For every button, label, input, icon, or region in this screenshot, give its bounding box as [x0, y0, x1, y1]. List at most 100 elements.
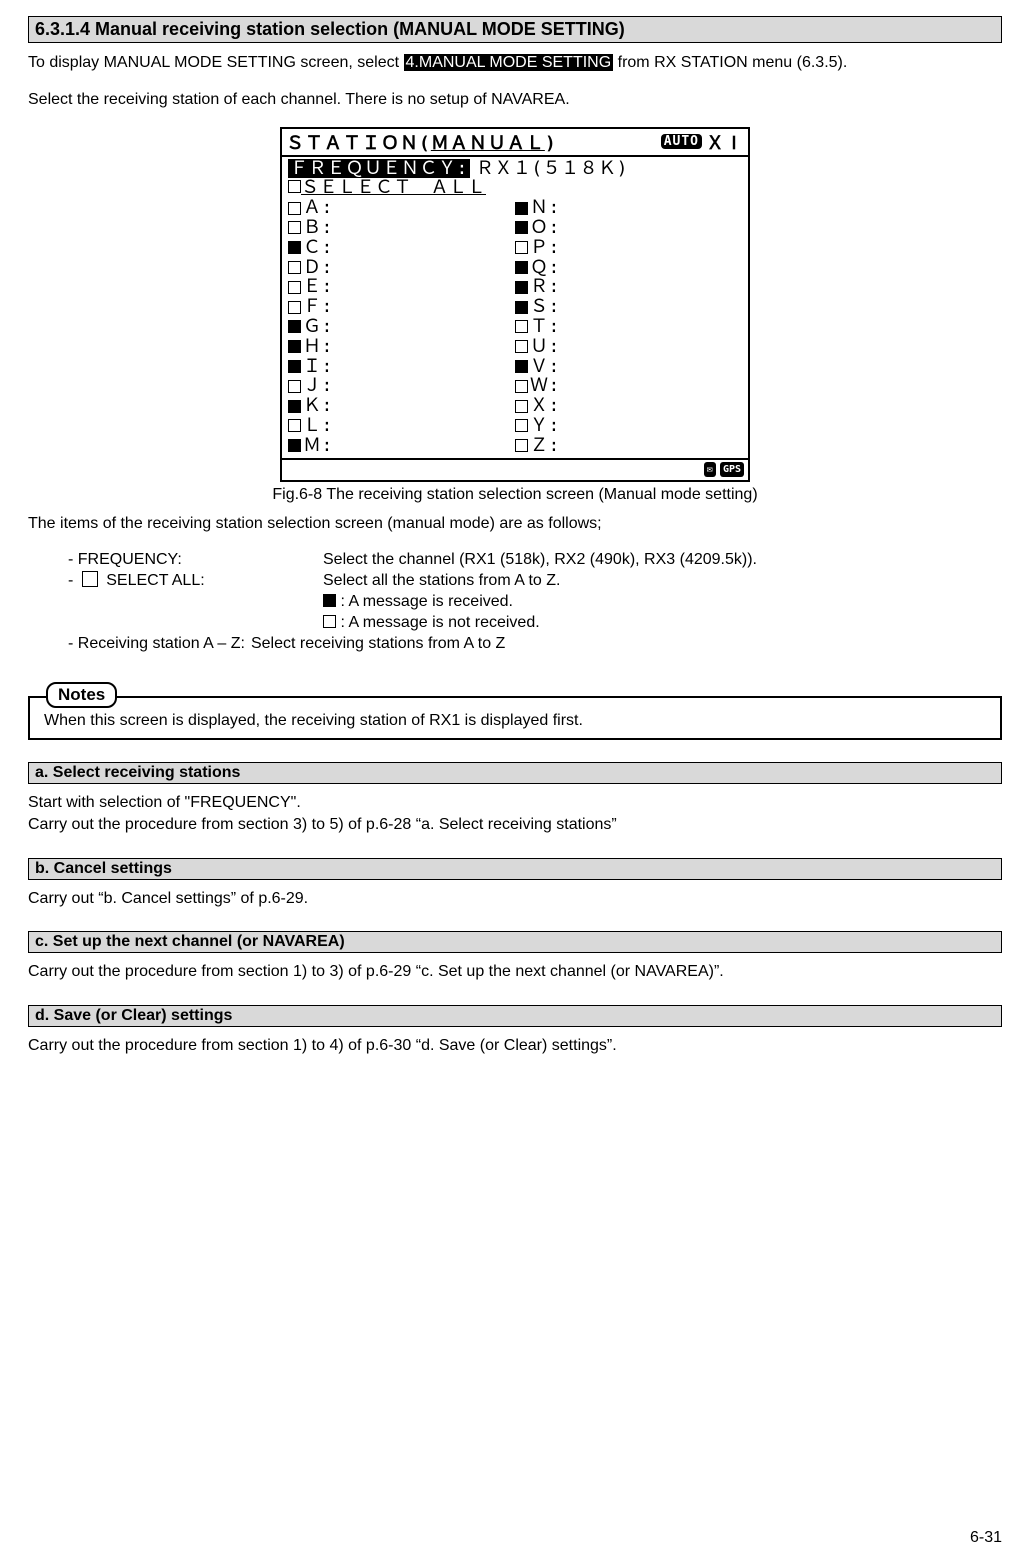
screen-title-prefix: ＳＴＡＴＩＯＮ( — [286, 133, 431, 154]
checkbox-icon — [288, 281, 301, 294]
station-cell-left: Ｃ: — [288, 238, 515, 258]
gps-icon: GPS — [720, 462, 744, 477]
station-label: Ｍ: — [303, 436, 333, 456]
station-row: Ｍ: Ｚ: — [288, 436, 742, 456]
intro-text-1: To display MANUAL MODE SETTING screen, s… — [28, 54, 404, 71]
station-label: Ｐ: — [530, 238, 560, 258]
checkbox-icon — [515, 320, 528, 333]
station-label: Ｌ: — [303, 416, 333, 436]
checkbox-icon — [515, 400, 528, 413]
notes-tab: Notes — [46, 682, 117, 708]
station-cell-left: Ｌ: — [288, 416, 515, 436]
notes-text: When this screen is displayed, the recei… — [44, 712, 583, 729]
sub-body-b: Carry out “b. Cancel settings” of p.6-29… — [28, 888, 1002, 910]
highlighted-menu-item: 4.MANUAL MODE SETTING — [404, 54, 614, 71]
station-cell-left: Ｊ: — [288, 376, 515, 396]
station-cell-right: Ｙ: — [515, 416, 742, 436]
station-label: Ｘ: — [530, 396, 560, 416]
station-label: Ｄ: — [303, 258, 333, 278]
checkbox-icon — [515, 221, 528, 234]
station-cell-left: Ｍ: — [288, 436, 515, 456]
sub-body-d: Carry out the procedure from section 1) … — [28, 1035, 1002, 1057]
item-desc: Select all the stations from A to Z. — [323, 571, 1002, 592]
station-row: Ｄ: Ｑ: — [288, 258, 742, 278]
item-desc: : A message is received. — [323, 592, 1002, 613]
checkbox-icon — [515, 439, 528, 452]
station-cell-left: Ｉ: — [288, 357, 515, 377]
frequency-row: ＦＲＥＱＵＥＮＣＹ: ＲＸ１(５１８Ｋ) — [288, 159, 742, 179]
station-cell-right: Ｑ: — [515, 258, 742, 278]
item-desc: Select the channel (RX1 (518k), RX2 (490… — [323, 550, 1002, 571]
checkbox-icon — [288, 261, 301, 274]
station-cell-right: Ｎ: — [515, 198, 742, 218]
station-cell-left: Ｄ: — [288, 258, 515, 278]
station-row: Ａ: Ｎ: — [288, 198, 742, 218]
station-cell-left: Ｆ: — [288, 297, 515, 317]
screen-title-underlined: ＭＡＮＵＡＬ — [431, 133, 545, 154]
checkbox-icon — [288, 400, 301, 413]
station-label: Ｉ: — [303, 357, 333, 377]
station-row: Ｈ:Ｕ: — [288, 337, 742, 357]
station-label: Ｋ: — [303, 396, 333, 416]
station-label: Ｒ: — [530, 277, 560, 297]
filled-box-icon — [323, 594, 336, 607]
item-receiving-station: - Receiving station A – Z: Select receiv… — [28, 634, 1002, 655]
station-label: Ｂ: — [303, 218, 333, 238]
station-label: Ｆ: — [303, 297, 333, 317]
checkbox-icon — [515, 281, 528, 294]
station-row: Ｊ:Ｗ: — [288, 376, 742, 396]
screen-title: ＳＴＡＴＩＯＮ(ＭＡＮＵＡＬ) — [286, 129, 557, 155]
checkbox-icon — [288, 221, 301, 234]
item-label: - FREQUENCY: — [28, 550, 323, 571]
checkbox-icon — [515, 380, 528, 393]
station-row: Ｂ: Ｏ: — [288, 218, 742, 238]
checkbox-icon — [288, 301, 301, 314]
item-frequency: - FREQUENCY: Select the channel (RX1 (51… — [28, 550, 1002, 571]
station-cell-right: Ｓ: — [515, 297, 742, 317]
station-cell-left: Ｇ: — [288, 317, 515, 337]
sub-title-a: a. Select receiving stations — [28, 762, 1002, 784]
item-select-all: - SELECT ALL: Select all the stations fr… — [28, 571, 1002, 592]
station-row: Ｋ: Ｘ: — [288, 396, 742, 416]
checkbox-icon — [288, 419, 301, 432]
checkbox-icon — [288, 439, 301, 452]
station-label: Ｎ: — [530, 198, 560, 218]
station-label: Ｊ: — [303, 376, 333, 396]
figure-caption: Fig.6-8 The receiving station selection … — [28, 486, 1002, 504]
sub-body-c: Carry out the procedure from section 1) … — [28, 961, 1002, 983]
station-label: Ｈ: — [303, 337, 333, 357]
frequency-label: ＦＲＥＱＵＥＮＣＹ: — [288, 159, 470, 179]
intro-para-1: To display MANUAL MODE SETTING screen, s… — [28, 53, 1002, 74]
checkbox-icon — [288, 340, 301, 353]
sub-title-d: d. Save (or Clear) settings — [28, 1005, 1002, 1027]
station-label: Ｚ: — [530, 436, 560, 456]
station-cell-right: Ｚ: — [515, 436, 742, 456]
empty-box-icon — [323, 615, 336, 628]
page-number: 6-31 — [970, 1529, 1002, 1547]
items-intro: The items of the receiving station selec… — [28, 514, 1002, 535]
sub-title-b: b. Cancel settings — [28, 858, 1002, 880]
checkbox-icon — [288, 180, 301, 193]
checkbox-icon — [515, 261, 528, 274]
station-label: Ｏ: — [530, 218, 560, 238]
station-label: Ｙ: — [530, 416, 560, 436]
screen-title-suffix: ) — [545, 133, 557, 154]
checkbox-icon — [288, 320, 301, 333]
station-cell-left: Ｂ: — [288, 218, 515, 238]
station-label: Ｖ: — [530, 357, 560, 377]
intro-para-2: Select the receiving station of each cha… — [28, 90, 1002, 111]
sub-body-a: Start with selection of "FREQUENCY". Car… — [28, 792, 1002, 835]
sub-title-c: c. Set up the next channel (or NAVAREA) — [28, 931, 1002, 953]
intro-text-2: from RX STATION menu (6.3.5). — [618, 54, 848, 71]
station-row: Ｉ: Ｖ: — [288, 357, 742, 377]
auto-icon: AUTO — [661, 134, 702, 149]
item-label: - Receiving station A – Z: — [28, 634, 251, 655]
station-row: Ｃ: Ｐ: — [288, 238, 742, 258]
checkbox-icon — [515, 360, 528, 373]
station-label: Ｇ: — [303, 317, 333, 337]
station-cell-left: Ａ: — [288, 198, 515, 218]
section-title: 6.3.1.4 Manual receiving station selecti… — [28, 16, 1002, 43]
item-desc: Select receiving stations from A to Z — [251, 634, 1002, 655]
station-label: Ａ: — [303, 198, 333, 218]
mail-icon: ✉ — [704, 462, 716, 477]
